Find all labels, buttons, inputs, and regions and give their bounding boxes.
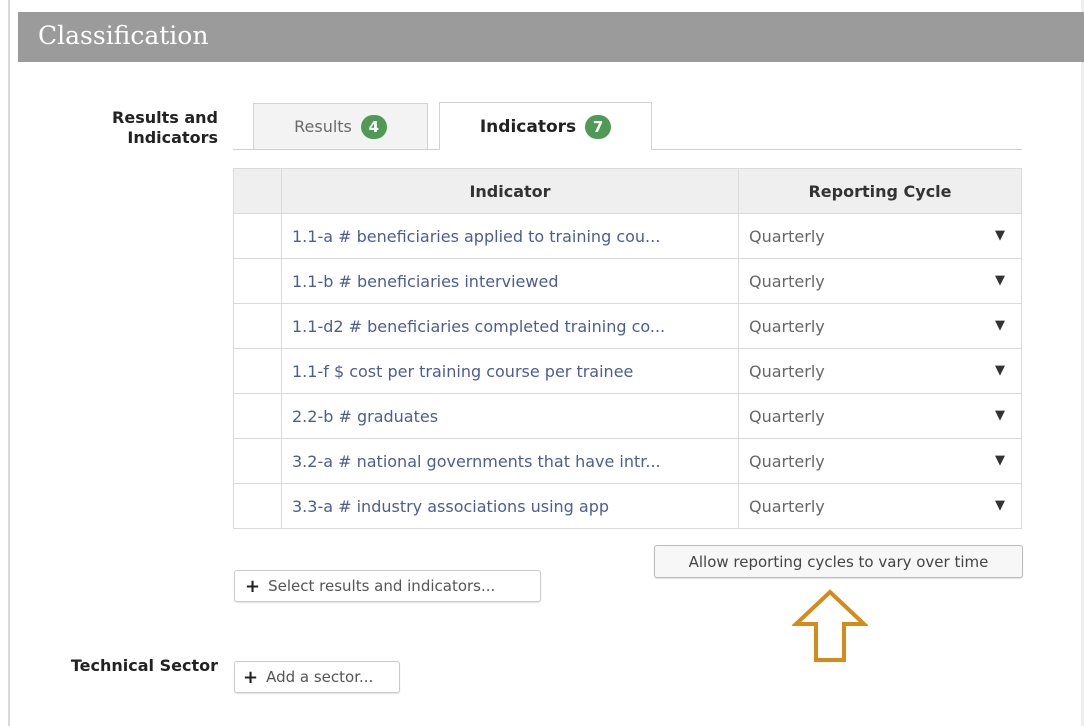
- reporting-cycle-value: Quarterly: [749, 361, 825, 381]
- indicators-table: Indicator Reporting Cycle 1.1-a # benefi…: [233, 168, 1022, 529]
- row-handle-cell[interactable]: [233, 258, 282, 304]
- dropdown-caret-icon[interactable]: ▼: [995, 228, 1005, 243]
- plus-icon: +: [243, 666, 259, 688]
- reporting-cycle-value: Quarterly: [749, 496, 825, 516]
- indicator-cell[interactable]: 1.1-f $ cost per training course per tra…: [281, 348, 739, 394]
- add-sector-label: Add a sector...: [266, 668, 374, 686]
- table-row: 1.1-b # beneficiaries interviewed Quarte…: [233, 258, 1022, 304]
- plus-icon: +: [245, 575, 261, 597]
- results-indicators-label: Results and Indicators: [112, 108, 218, 147]
- table-row: 1.1-d2 # beneficiaries completed trainin…: [233, 303, 1022, 349]
- indicator-cell[interactable]: 3.3-a # industry associations using app: [281, 483, 739, 529]
- dropdown-caret-icon[interactable]: ▼: [995, 498, 1005, 513]
- dropdown-caret-icon[interactable]: ▼: [995, 363, 1005, 378]
- dropdown-caret-icon[interactable]: ▼: [995, 318, 1005, 333]
- page-left-border: [8, 0, 10, 726]
- table-row: 1.1-f $ cost per training course per tra…: [233, 348, 1022, 394]
- table-row: 3.2-a # national governments that have i…: [233, 438, 1022, 484]
- reporting-cycle-value: Quarterly: [749, 226, 825, 246]
- reporting-cycle-value: Quarterly: [749, 451, 825, 471]
- dropdown-caret-icon[interactable]: ▼: [995, 408, 1005, 423]
- row-handle-cell[interactable]: [233, 303, 282, 349]
- up-arrow-annotation-icon: [792, 589, 868, 662]
- indicator-cell[interactable]: 2.2-b # graduates: [281, 393, 739, 439]
- row-handle-cell[interactable]: [233, 348, 282, 394]
- reporting-cycle-select[interactable]: Quarterly ▼: [738, 483, 1022, 529]
- dropdown-caret-icon[interactable]: ▼: [995, 273, 1005, 288]
- section-header: Classification: [18, 12, 1084, 62]
- header-reporting-cycle: Reporting Cycle: [738, 168, 1022, 214]
- reporting-cycle-value: Quarterly: [749, 406, 825, 426]
- reporting-cycle-value: Quarterly: [749, 316, 825, 336]
- select-results-indicators-button[interactable]: + Select results and indicators...: [234, 570, 541, 602]
- technical-sector-label: Technical Sector: [70, 656, 218, 675]
- reporting-cycle-select[interactable]: Quarterly ▼: [738, 258, 1022, 304]
- table-row: 3.3-a # industry associations using app …: [233, 483, 1022, 529]
- indicator-cell[interactable]: 1.1-b # beneficiaries interviewed: [281, 258, 739, 304]
- reporting-cycle-select[interactable]: Quarterly ▼: [738, 438, 1022, 484]
- dropdown-caret-icon[interactable]: ▼: [995, 453, 1005, 468]
- reporting-cycle-select[interactable]: Quarterly ▼: [738, 213, 1022, 259]
- select-results-indicators-label: Select results and indicators...: [268, 577, 496, 595]
- reporting-cycle-value: Quarterly: [749, 271, 825, 291]
- table-header-row: Indicator Reporting Cycle: [233, 168, 1022, 214]
- add-sector-button[interactable]: + Add a sector...: [234, 661, 400, 693]
- tab-results[interactable]: Results 4: [253, 103, 428, 149]
- indicator-cell[interactable]: 3.2-a # national governments that have i…: [281, 438, 739, 484]
- tab-indicators[interactable]: Indicators 7: [439, 102, 652, 150]
- reporting-cycle-select[interactable]: Quarterly ▼: [738, 303, 1022, 349]
- tab-indicators-label: Indicators: [479, 116, 577, 137]
- table-row: 1.1-a # beneficiaries applied to trainin…: [233, 213, 1022, 259]
- row-handle-cell[interactable]: [233, 438, 282, 484]
- results-count-badge: 4: [360, 114, 387, 139]
- indicators-count-badge: 7: [585, 114, 612, 139]
- row-handle-cell[interactable]: [233, 213, 282, 259]
- indicator-cell[interactable]: 1.1-d2 # beneficiaries completed trainin…: [281, 303, 739, 349]
- row-handle-cell[interactable]: [233, 483, 282, 529]
- tab-results-label: Results: [294, 117, 352, 136]
- row-handle-cell[interactable]: [233, 393, 282, 439]
- indicator-cell[interactable]: 1.1-a # beneficiaries applied to trainin…: [281, 213, 739, 259]
- table-row: 2.2-b # graduates Quarterly ▼: [233, 393, 1022, 439]
- reporting-cycle-select[interactable]: Quarterly ▼: [738, 348, 1022, 394]
- header-blank-cell: [233, 168, 282, 214]
- header-indicator: Indicator: [281, 168, 739, 214]
- reporting-cycle-select[interactable]: Quarterly ▼: [738, 393, 1022, 439]
- section-title: Classification: [38, 21, 209, 50]
- allow-varying-cycles-button[interactable]: Allow reporting cycles to vary over time: [654, 545, 1023, 578]
